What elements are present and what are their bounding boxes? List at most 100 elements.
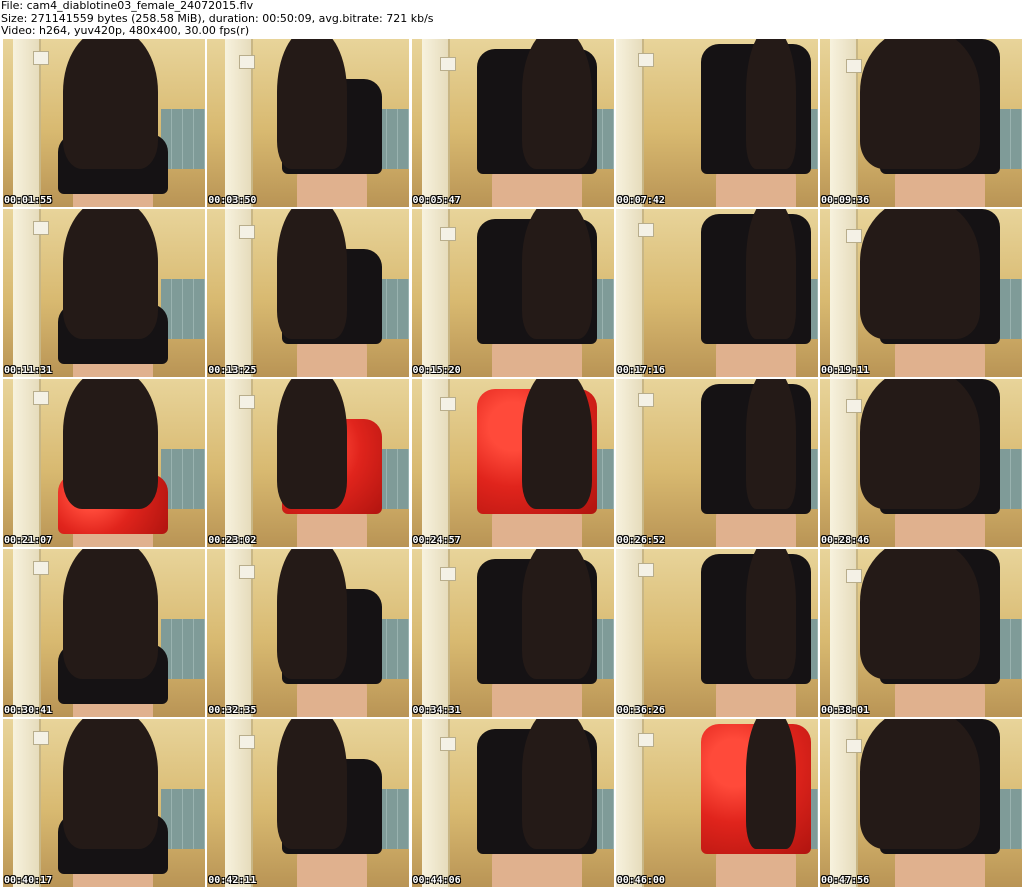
long-dark-hair [745,379,796,509]
file-info-header: File: cam4_diablotine03_female_24072015.… [0,0,1024,38]
frame-timestamp: 00:19:11 [821,365,870,376]
file-name-line: File: cam4_diablotine03_female_24072015.… [1,0,254,12]
frame-timestamp: 00:15:20 [412,365,461,376]
thumbnail-grid: 00:01:55 00:03:50 00:05:47 00:07:42 00:09:36… [3,39,1022,887]
long-dark-hair [860,209,980,339]
long-dark-hair [860,549,980,679]
video-frame-thumbnail: 00:23:02 [207,379,410,547]
video-frame-thumbnail: 00:07:42 [615,39,818,207]
light-switch [33,561,49,575]
light-switch [439,57,456,71]
frame-timestamp: 00:38:01 [821,705,870,716]
light-switch [637,223,654,237]
frame-timestamp: 00:46:00 [616,875,665,886]
frame-timestamp: 00:13:25 [208,365,257,376]
long-dark-hair [277,209,348,339]
long-dark-hair [745,719,796,849]
light-switch [33,391,49,405]
frame-timestamp: 00:01:55 [4,195,53,206]
light-switch [637,563,654,577]
long-dark-hair [63,549,158,679]
light-switch [439,397,456,411]
frame-timestamp: 00:26:52 [616,535,665,546]
long-dark-hair [63,39,158,169]
long-dark-hair [521,719,592,849]
long-dark-hair [63,209,158,339]
frame-timestamp: 00:17:16 [616,365,665,376]
video-frame-thumbnail: 00:13:25 [207,209,410,377]
video-frame-thumbnail: 00:26:52 [615,379,818,547]
long-dark-hair [63,719,158,849]
video-frame-thumbnail: 00:15:20 [411,209,614,377]
light-switch [637,53,654,67]
light-switch [846,399,862,413]
video-frame-thumbnail: 00:47:56 [820,719,1022,887]
long-dark-hair [521,39,592,169]
frame-timestamp: 00:44:06 [412,875,461,886]
video-frame-thumbnail: 00:05:47 [411,39,614,207]
video-frame-thumbnail: 00:24:57 [411,379,614,547]
video-frame-thumbnail: 00:09:36 [820,39,1022,207]
video-frame-thumbnail: 00:28:46 [820,379,1022,547]
light-switch [239,395,256,409]
long-dark-hair [277,379,348,509]
video-frame-thumbnail: 00:34:31 [411,549,614,717]
long-dark-hair [860,379,980,509]
video-frame-thumbnail: 00:38:01 [820,549,1022,717]
light-switch [439,567,456,581]
video-frame-thumbnail: 00:11:31 [3,209,205,377]
long-dark-hair [745,39,796,169]
video-frame-thumbnail: 00:40:17 [3,719,205,887]
light-switch [846,739,862,753]
long-dark-hair [277,39,348,169]
light-switch [33,731,49,745]
video-frame-thumbnail: 00:03:50 [207,39,410,207]
frame-timestamp: 00:30:41 [4,705,53,716]
video-frame-thumbnail: 00:46:00 [615,719,818,887]
video-frame-thumbnail: 00:17:16 [615,209,818,377]
long-dark-hair [745,549,796,679]
frame-timestamp: 00:21:07 [4,535,53,546]
light-switch [439,227,456,241]
light-switch [846,569,862,583]
video-frame-thumbnail: 00:44:06 [411,719,614,887]
video-frame-thumbnail: 00:21:07 [3,379,205,547]
light-switch [439,737,456,751]
video-frame-thumbnail: 00:01:55 [3,39,205,207]
frame-timestamp: 00:36:26 [616,705,665,716]
frame-timestamp: 00:05:47 [412,195,461,206]
long-dark-hair [277,719,348,849]
video-info-line: Video: h264, yuv420p, 480x400, 30.00 fps… [1,24,250,37]
frame-timestamp: 00:40:17 [4,875,53,886]
light-switch [637,393,654,407]
video-frame-thumbnail: 00:30:41 [3,549,205,717]
frame-timestamp: 00:23:02 [208,535,257,546]
long-dark-hair [63,379,158,509]
light-switch [239,565,256,579]
frame-timestamp: 00:11:31 [4,365,53,376]
light-switch [846,229,862,243]
long-dark-hair [521,209,592,339]
light-switch [239,55,256,69]
frame-timestamp: 00:34:31 [412,705,461,716]
frame-timestamp: 00:24:57 [412,535,461,546]
frame-timestamp: 00:32:35 [208,705,257,716]
long-dark-hair [277,549,348,679]
long-dark-hair [521,379,592,509]
light-switch [239,225,256,239]
light-switch [637,733,654,747]
light-switch [239,735,256,749]
frame-timestamp: 00:03:50 [208,195,257,206]
frame-timestamp: 00:28:46 [821,535,870,546]
frame-timestamp: 00:07:42 [616,195,665,206]
frame-timestamp: 00:09:36 [821,195,870,206]
frame-timestamp: 00:42:11 [208,875,257,886]
frame-timestamp: 00:47:56 [821,875,870,886]
video-frame-thumbnail: 00:36:26 [615,549,818,717]
light-switch [33,51,49,65]
light-switch [846,59,862,73]
video-frame-thumbnail: 00:42:11 [207,719,410,887]
video-frame-thumbnail: 00:32:35 [207,549,410,717]
long-dark-hair [860,39,980,169]
long-dark-hair [860,719,980,849]
